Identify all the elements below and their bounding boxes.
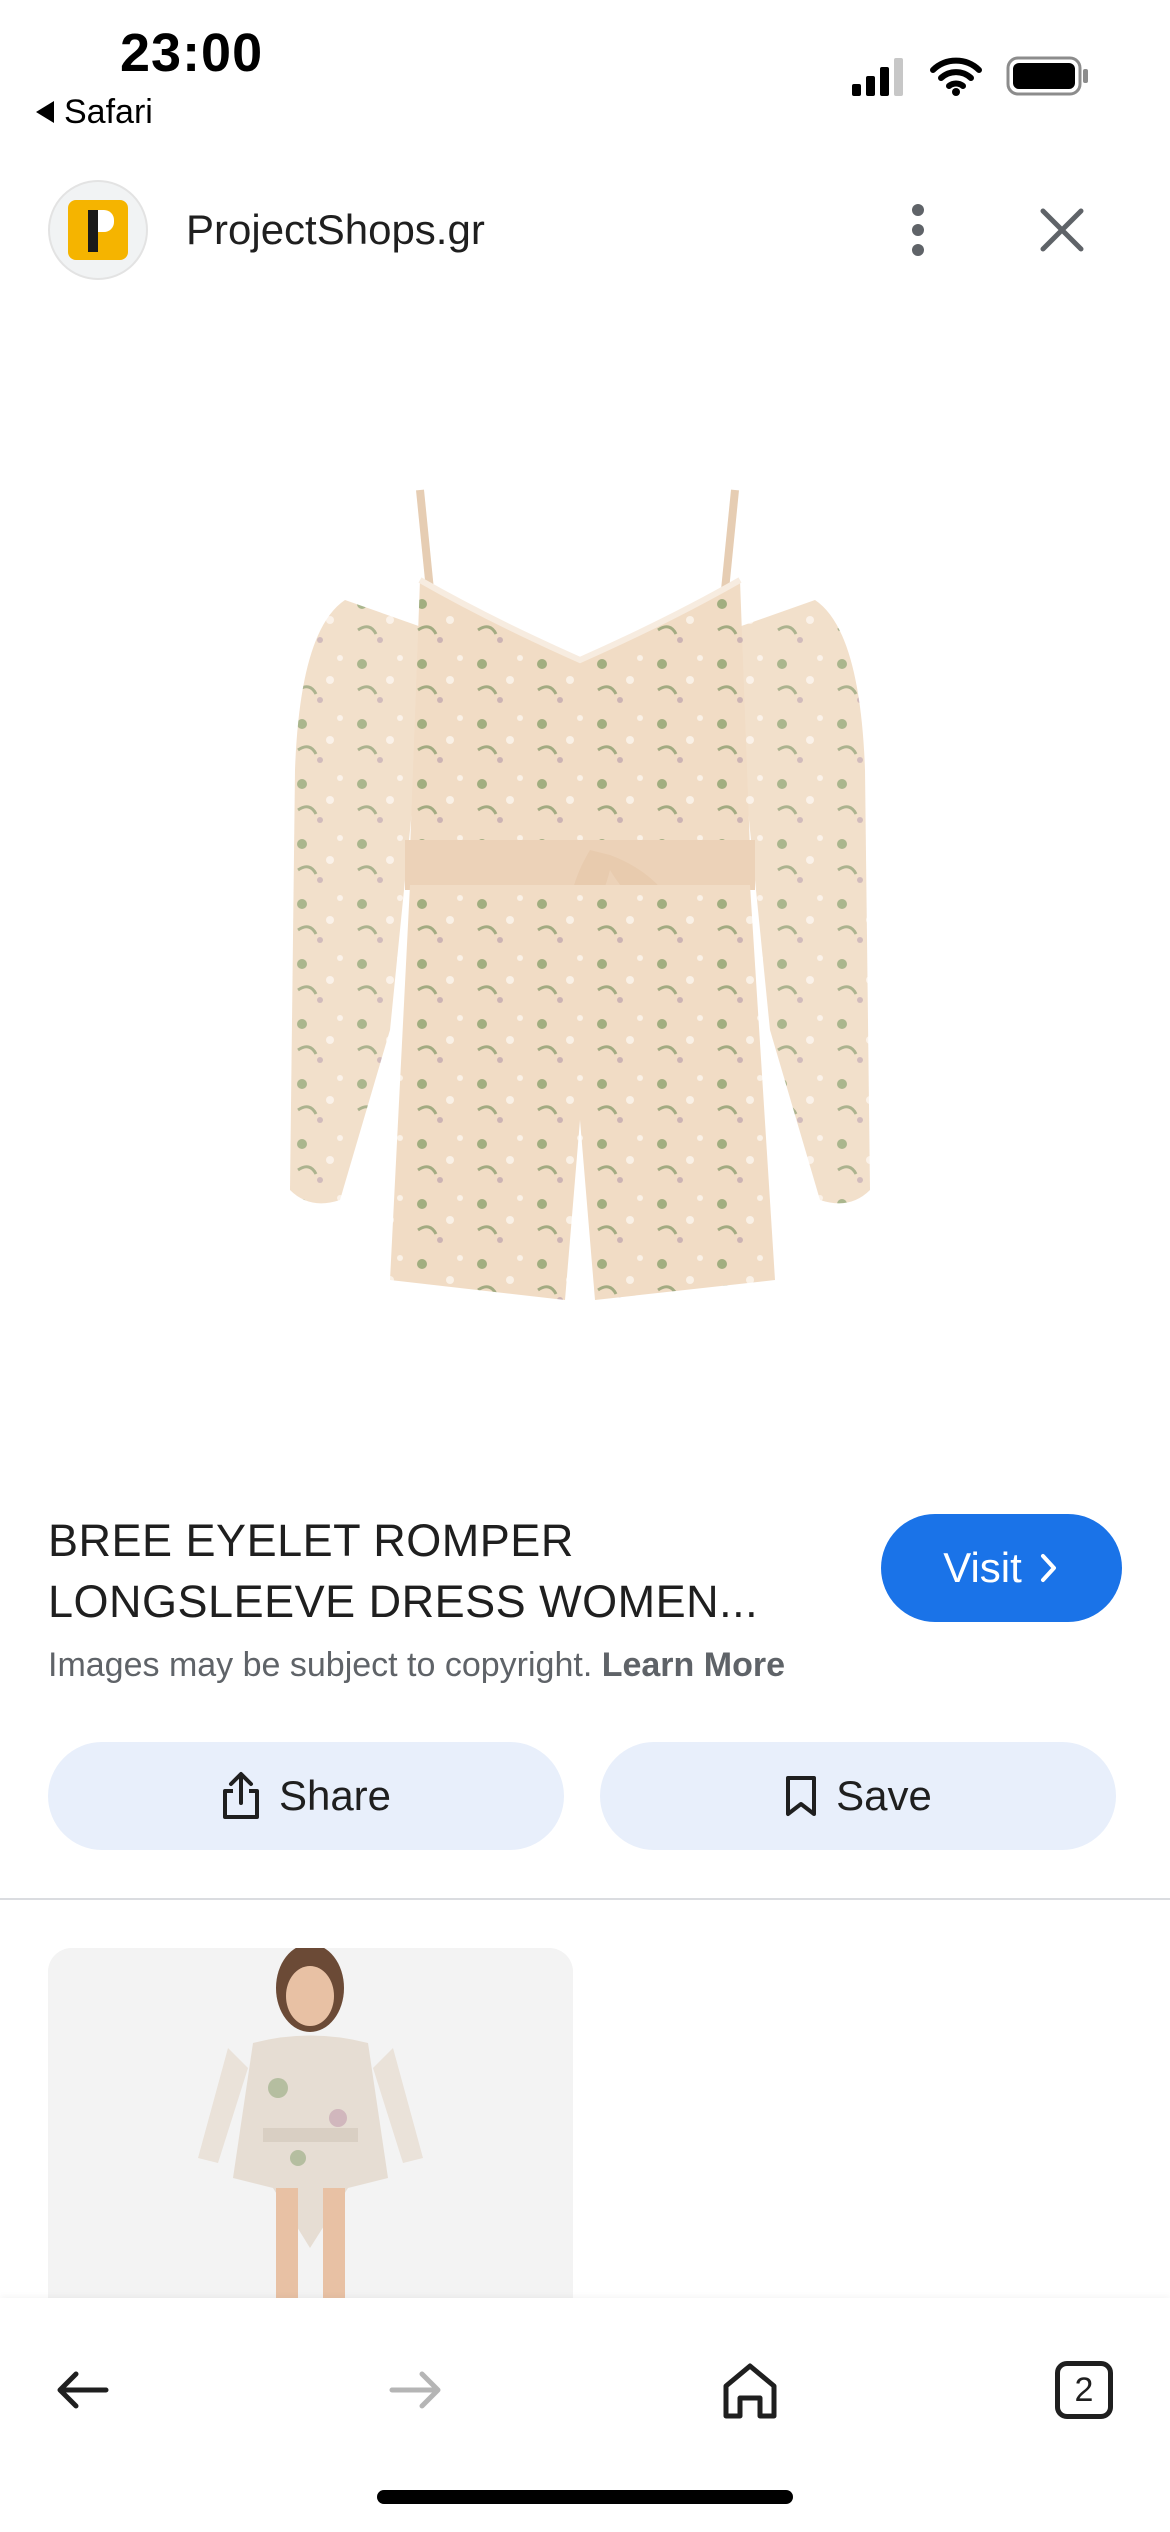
related-image-card[interactable] — [48, 1948, 573, 2298]
arrow-right-icon — [389, 2371, 441, 2409]
product-title[interactable]: BREE EYELET ROMPER LONGSLEEVE DRESS WOME… — [48, 1510, 828, 1632]
share-label: Share — [278, 1772, 392, 1819]
save-button[interactable]: Save — [600, 1742, 1116, 1850]
product-title-line-2: LONGSLEEVE DRESS WOMEN... — [48, 1576, 759, 1627]
home-indicator — [377, 2490, 793, 2504]
cellular-signal-icon — [852, 58, 903, 96]
learn-more-link[interactable]: Learn More — [602, 1646, 785, 1684]
back-to-app-link[interactable]: Safari — [36, 92, 153, 132]
back-triangle-icon — [36, 101, 54, 123]
site-logo-mark — [68, 200, 128, 260]
share-button[interactable]: Share — [48, 1742, 564, 1850]
site-header: ProjectShops.gr — [0, 180, 1170, 280]
close-icon — [1040, 208, 1084, 252]
chevron-right-icon — [1040, 1554, 1056, 1582]
bookmark-icon — [786, 1776, 817, 1816]
wifi-icon — [930, 57, 982, 96]
save-label: Save — [836, 1772, 932, 1819]
back-app-label: Safari — [64, 92, 153, 131]
visit-button[interactable]: Visit — [881, 1514, 1122, 1622]
arrow-left-icon — [57, 2371, 109, 2409]
site-logo — [48, 180, 148, 280]
product-title-line-1: BREE EYELET ROMPER — [48, 1515, 574, 1566]
divider — [0, 1898, 1170, 1900]
battery-icon — [1006, 56, 1088, 96]
visit-label: Visit — [943, 1544, 1022, 1591]
tab-count: 2 — [1055, 2361, 1113, 2419]
share-icon — [222, 1772, 259, 1819]
copyright-text: Images may be subject to copyright. — [48, 1646, 593, 1684]
copyright-notice: Images may be subject to copyright. Lear… — [48, 1646, 785, 1685]
close-button[interactable] — [1030, 198, 1094, 262]
product-image[interactable] — [230, 470, 930, 1340]
related-image — [48, 1948, 573, 2298]
status-time: 23:00 — [120, 23, 264, 83]
home-button[interactable] — [710, 2350, 790, 2430]
home-icon — [723, 2363, 777, 2419]
more-vertical-icon — [912, 204, 924, 256]
forward-button[interactable] — [376, 2350, 456, 2430]
tabs-button[interactable]: 2 — [1044, 2350, 1124, 2430]
status-icons — [850, 56, 1090, 96]
site-name: ProjectShops.gr — [186, 206, 485, 253]
back-button[interactable] — [42, 2350, 122, 2430]
more-options-button[interactable] — [888, 198, 948, 262]
